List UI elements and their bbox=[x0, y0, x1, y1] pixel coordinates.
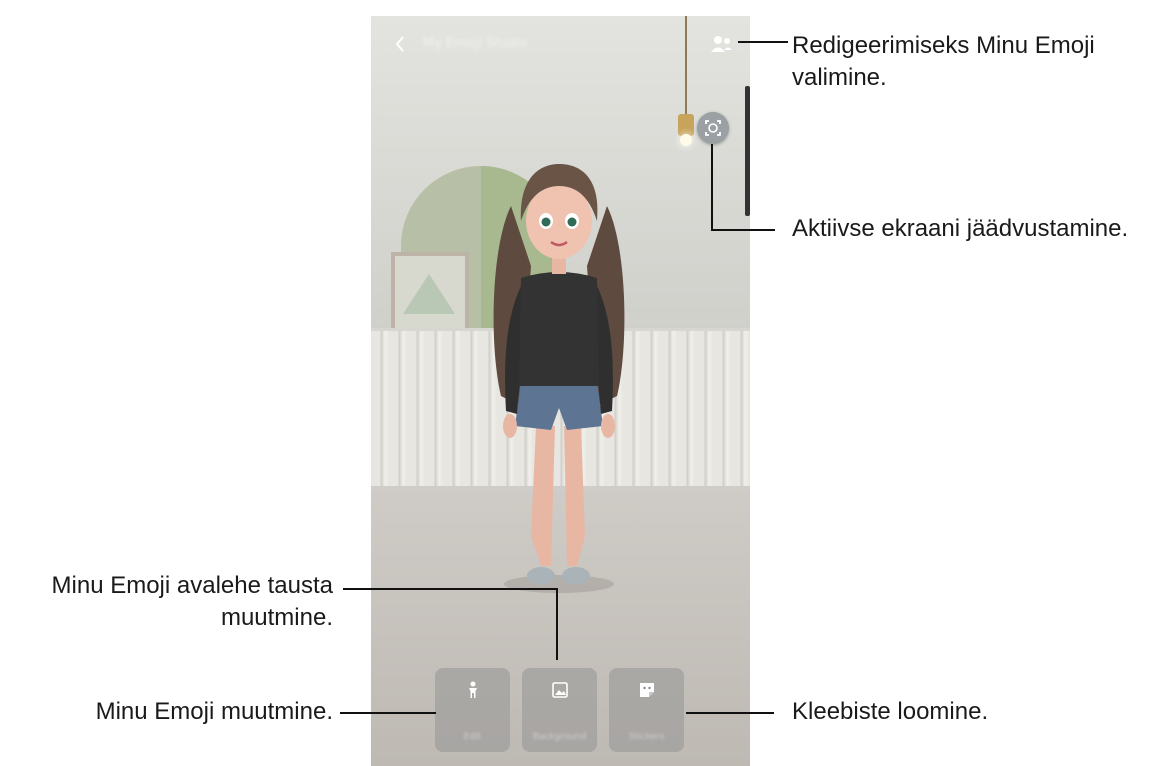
callout-select-emoji: Redigeerimiseks Minu Emoji valimine. bbox=[792, 32, 1095, 91]
callout-create-stickers: Kleebiste loomine. bbox=[792, 698, 989, 725]
edit-label: Edit bbox=[463, 732, 482, 742]
background-label: Background bbox=[532, 732, 587, 742]
face-capture-icon bbox=[705, 120, 721, 136]
back-button[interactable] bbox=[389, 32, 413, 56]
leader-select-emoji bbox=[738, 41, 788, 43]
screen-title: My Emoji Studio bbox=[423, 36, 528, 51]
people-icon bbox=[711, 36, 732, 52]
leader-background-v bbox=[556, 588, 558, 660]
callout-change-background-line1: Minu Emoji avalehe tausta bbox=[51, 572, 333, 599]
capture-button[interactable] bbox=[697, 112, 729, 144]
person-icon bbox=[468, 681, 477, 698]
callout-change-background: Minu Emoji avalehe tausta muutmine. bbox=[0, 570, 333, 634]
sticker-icon bbox=[639, 683, 654, 697]
stickers-button[interactable]: Stickers bbox=[609, 668, 684, 752]
leader-capture-h bbox=[711, 229, 775, 231]
emoji-avatar[interactable] bbox=[371, 16, 750, 636]
stickers-label: Stickers bbox=[628, 732, 665, 742]
background-button[interactable]: Background bbox=[522, 668, 597, 752]
leader-stickers bbox=[686, 712, 774, 714]
image-icon bbox=[551, 682, 568, 698]
chevron-left-icon bbox=[395, 36, 404, 52]
leader-edit bbox=[340, 712, 436, 714]
callout-capture: Aktiivse ekraani jäädvustamine. bbox=[792, 215, 1129, 242]
callout-edit-emoji: Minu Emoji muutmine. bbox=[95, 698, 333, 725]
leader-background-h bbox=[343, 588, 558, 590]
leader-capture-v bbox=[711, 144, 713, 230]
callout-change-background-line2: muutmine. bbox=[220, 604, 333, 631]
select-emoji-button[interactable] bbox=[707, 30, 737, 58]
edit-emoji-button[interactable]: Edit bbox=[435, 668, 510, 752]
phone-screen: My Emoji Studio Edit Background Stickers bbox=[371, 16, 750, 766]
